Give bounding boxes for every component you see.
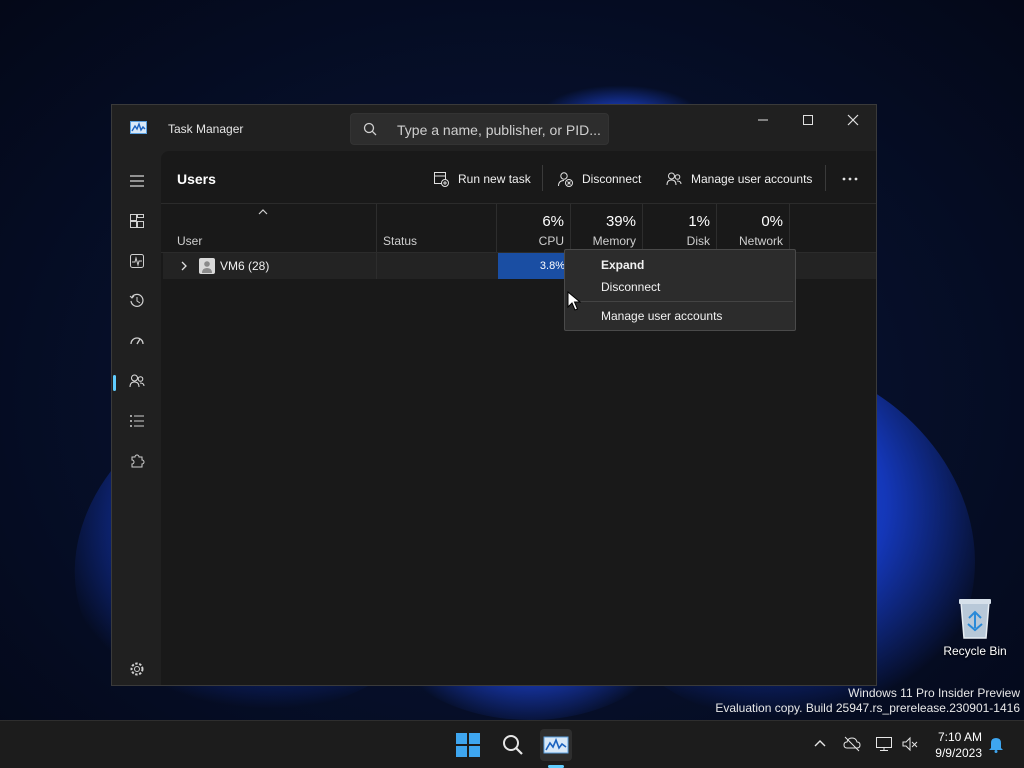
navigation-pane [112,151,161,685]
services-puzzle-icon [131,454,145,468]
column-header-disk[interactable]: Disk [643,234,710,248]
column-header-user[interactable]: User [177,234,202,248]
build-watermark: Windows 11 Pro Insider Preview Evaluatio… [715,686,1020,716]
column-divider[interactable] [789,204,790,252]
nav-users[interactable] [113,363,157,399]
run-new-task-label: Run new task [458,172,531,186]
manage-user-accounts-label: Manage user accounts [691,172,813,186]
column-divider[interactable] [376,204,377,252]
notification-bell-icon[interactable] [988,735,1004,753]
recycle-bin-shortcut[interactable]: Recycle Bin [940,596,1010,658]
row-cpu-value: 3.8% [539,260,565,272]
clock-date: 9/9/2023 [935,746,982,760]
start-button[interactable] [452,729,484,761]
hamburger-icon [130,175,144,187]
manage-user-accounts-button[interactable]: Manage user accounts [666,163,812,195]
command-divider [825,165,826,191]
network-icon[interactable] [875,736,893,752]
processes-icon [130,214,144,228]
cpu-total-percent[interactable]: 6% [497,213,564,230]
nav-processes[interactable] [117,203,157,239]
watermark-edition: Windows 11 Pro Insider Preview [848,686,1020,700]
command-divider [542,165,543,191]
history-icon [129,293,144,307]
column-header-status[interactable]: Status [383,234,417,248]
menu-item-manage-user-accounts[interactable]: Manage user accounts [601,309,722,323]
column-header-cpu[interactable]: CPU [497,234,564,248]
windows-logo-icon [456,733,480,757]
nav-details[interactable] [117,403,157,439]
system-clock[interactable]: 7:10 AM 9/9/2023 [926,729,982,761]
recycle-bin-label: Recycle Bin [943,644,1007,658]
search-input[interactable]: Type a name, publisher, or PID... [350,113,609,145]
maximize-icon [803,115,813,125]
task-manager-app-icon [130,121,147,134]
users-icon [129,374,145,388]
maximize-button[interactable] [785,105,831,135]
chevron-right-icon[interactable] [179,260,189,272]
context-menu: Expand Disconnect Manage user accounts [564,249,796,331]
row-cpu-cell: 3.8% [498,253,571,279]
recycle-bin-icon [959,599,991,639]
watermark-build: Evaluation copy. Build 25947.rs_prerelea… [715,701,1020,715]
disk-total-percent[interactable]: 1% [643,213,710,230]
nav-performance[interactable] [117,243,157,279]
nav-menu-toggle[interactable] [117,163,157,199]
taskbar: 7:10 AM 9/9/2023 [0,720,1024,768]
minimize-button[interactable] [740,105,786,135]
volume-muted-icon[interactable] [901,736,919,752]
disconnect-label: Disconnect [582,172,642,186]
page-title: Users [177,171,216,187]
memory-total-percent[interactable]: 39% [571,213,636,230]
table-header: User Status 6% CPU 39% Memory 1% Disk 0%… [161,203,876,253]
nav-settings[interactable] [117,651,157,687]
more-options-button[interactable] [835,165,865,193]
sort-ascending-icon [258,209,268,215]
nav-services[interactable] [117,443,157,479]
speedometer-icon [130,337,144,345]
close-icon [847,114,859,126]
user-avatar-icon [199,258,215,274]
search-placeholder: Type a name, publisher, or PID... [397,122,601,138]
nav-app-history[interactable] [117,283,157,319]
gear-icon [130,662,144,676]
details-list-icon [130,415,144,427]
run-task-icon [434,172,449,187]
more-ellipsis-icon [842,177,858,181]
task-manager-icon [543,736,569,754]
column-header-memory[interactable]: Memory [571,234,636,248]
search-icon [503,735,523,755]
disconnect-button[interactable]: Disconnect [557,163,641,195]
search-button[interactable] [497,729,529,761]
row-user-name: VM6 (28) [220,259,270,273]
window-title: Task Manager [168,122,244,136]
active-indicator [113,375,116,391]
manage-users-icon [666,172,682,186]
nav-startup-apps[interactable] [117,323,157,359]
minimize-icon [758,119,768,121]
close-button[interactable] [830,105,876,135]
task-manager-window: Task Manager Type a name, publisher, or … [111,104,877,686]
mouse-pointer-icon [567,291,581,311]
clock-time: 7:10 AM [937,730,982,744]
chevron-up-icon[interactable] [813,736,827,750]
search-icon [363,122,377,136]
column-header-network[interactable]: Network [717,234,783,248]
menu-divider [569,301,793,302]
title-bar[interactable]: Task Manager Type a name, publisher, or … [112,105,876,151]
network-total-percent[interactable]: 0% [717,213,783,230]
performance-icon [130,254,144,268]
taskbar-task-manager[interactable] [540,729,572,761]
menu-item-expand[interactable]: Expand [601,258,644,272]
disconnect-user-icon [558,172,573,187]
run-new-task-button[interactable]: Run new task [433,163,531,195]
menu-item-disconnect[interactable]: Disconnect [601,280,660,294]
column-divider [376,253,377,279]
users-page: Users Run new task Disconnect Manage use… [161,151,876,685]
onedrive-offline-icon[interactable] [843,736,861,752]
